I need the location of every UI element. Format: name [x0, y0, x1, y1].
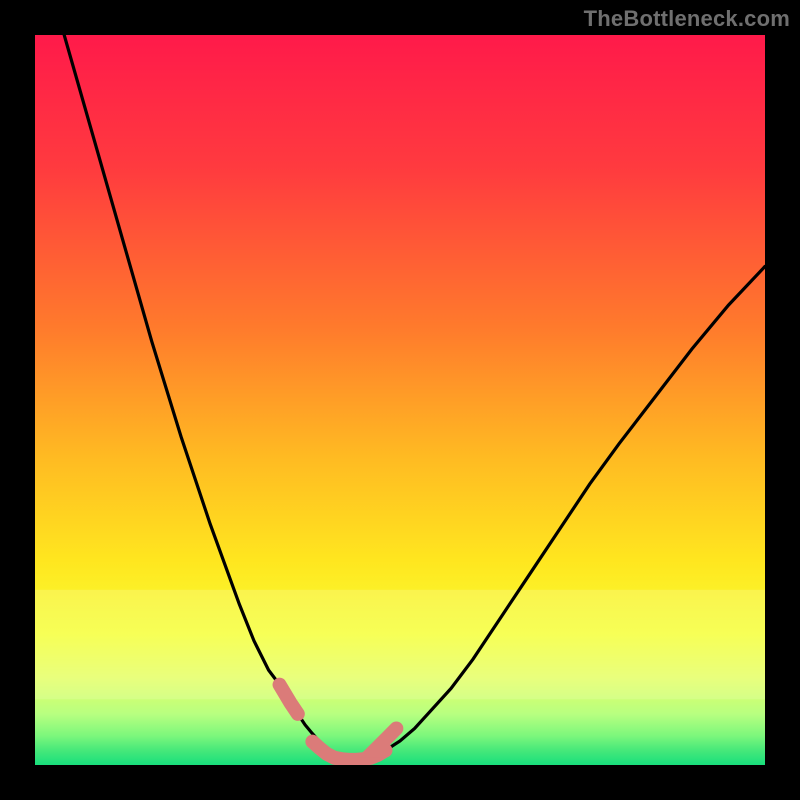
chart-frame: TheBottleneck.com: [0, 0, 800, 800]
highlight-band: [35, 590, 765, 700]
watermark-text: TheBottleneck.com: [584, 6, 790, 32]
chart-svg: [35, 35, 765, 765]
chart-plot-area: [35, 35, 765, 765]
